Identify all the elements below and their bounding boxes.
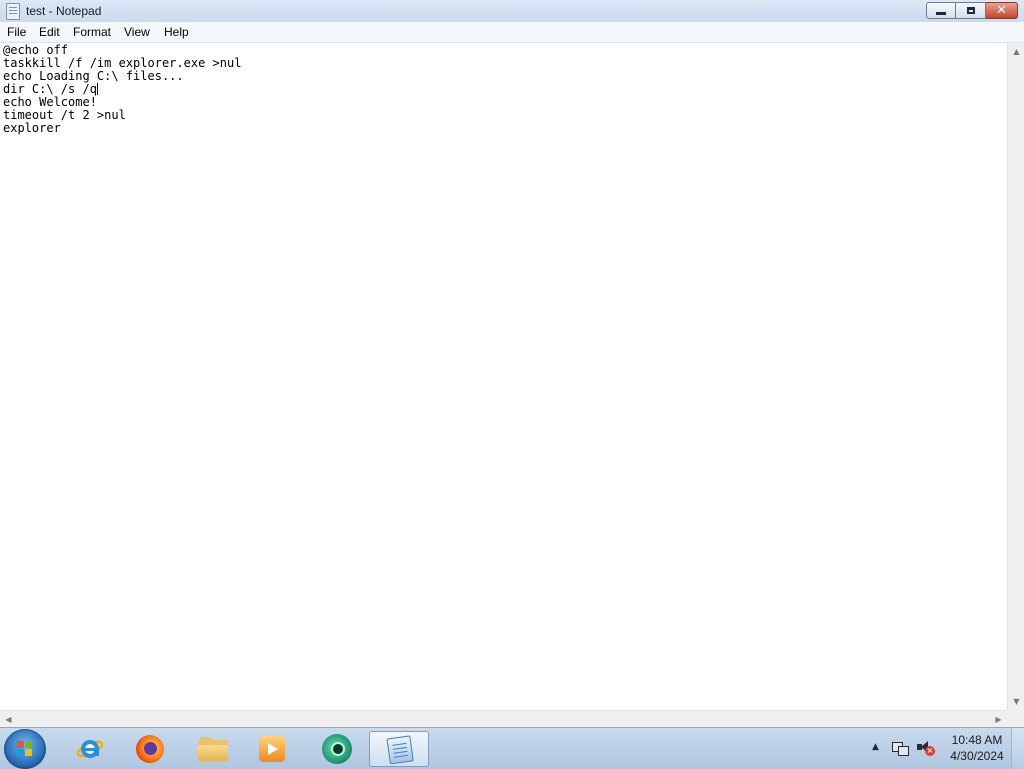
taskbar-media-player[interactable] bbox=[248, 731, 296, 767]
menu-file[interactable]: File bbox=[7, 25, 26, 39]
minimize-button[interactable] bbox=[926, 2, 956, 19]
show-hidden-icons-icon[interactable]: ▲ bbox=[872, 742, 879, 752]
text-caret bbox=[96, 83, 98, 95]
menu-view[interactable]: View bbox=[124, 25, 150, 39]
notepad-icon bbox=[384, 733, 414, 765]
minimize-icon bbox=[936, 12, 946, 15]
maximize-button[interactable] bbox=[956, 2, 986, 19]
green-app-icon bbox=[322, 734, 352, 764]
volume-muted-icon[interactable]: × bbox=[916, 740, 935, 756]
clock-date: 4/30/2024 bbox=[950, 749, 1004, 763]
scrollbar-corner bbox=[1007, 710, 1024, 727]
system-tray: ▲ × 10:48 AM 4/30/2024 bbox=[864, 728, 1024, 769]
clock-time: 10:48 AM bbox=[951, 733, 1003, 747]
scroll-down-icon[interactable]: ▼ bbox=[1008, 693, 1024, 710]
menu-help[interactable]: Help bbox=[164, 25, 189, 39]
notepad-app-icon bbox=[6, 3, 20, 20]
scroll-up-icon[interactable]: ▲ bbox=[1008, 43, 1024, 60]
start-button[interactable] bbox=[4, 729, 46, 769]
taskbar-green-app[interactable] bbox=[313, 731, 361, 767]
vertical-scrollbar[interactable]: ▲ ▼ bbox=[1007, 43, 1024, 710]
horizontal-scrollbar[interactable]: ◀ ▶ bbox=[0, 710, 1007, 727]
window-controls: ✕ bbox=[926, 2, 1018, 20]
taskbar-notepad[interactable] bbox=[369, 731, 429, 767]
close-button[interactable]: ✕ bbox=[986, 2, 1018, 19]
show-desktop-button[interactable] bbox=[1011, 728, 1024, 769]
file-explorer-icon bbox=[198, 737, 228, 761]
menu-format[interactable]: Format bbox=[73, 25, 111, 39]
internet-explorer-icon bbox=[76, 740, 104, 758]
taskbar-firefox[interactable] bbox=[126, 731, 174, 767]
taskbar-internet-explorer[interactable] bbox=[66, 731, 114, 767]
editor-line-7: explorer bbox=[3, 121, 61, 135]
close-icon: ✕ bbox=[996, 3, 1007, 18]
scroll-right-icon[interactable]: ▶ bbox=[990, 711, 1007, 728]
firefox-icon bbox=[136, 735, 164, 763]
restore-icon bbox=[966, 7, 975, 14]
editor-line-4: dir C:\ /s /q bbox=[3, 82, 97, 96]
menu-bar: File Edit Format View Help bbox=[0, 22, 1024, 43]
taskbar-file-explorer[interactable] bbox=[189, 731, 237, 767]
window-title: test - Notepad bbox=[26, 4, 102, 18]
network-icon[interactable] bbox=[892, 740, 909, 756]
clock[interactable]: 10:48 AM 4/30/2024 bbox=[942, 732, 1012, 764]
media-player-icon bbox=[259, 736, 285, 762]
title-bar[interactable]: test - Notepad ✕ bbox=[0, 0, 1024, 23]
scroll-left-icon[interactable]: ◀ bbox=[0, 711, 17, 728]
windows-logo-icon bbox=[17, 741, 33, 757]
text-editor-area[interactable]: @echo off taskkill /f /im explorer.exe >… bbox=[0, 43, 1007, 710]
menu-edit[interactable]: Edit bbox=[39, 25, 60, 39]
taskbar: ▲ × 10:48 AM 4/30/2024 bbox=[0, 727, 1024, 769]
